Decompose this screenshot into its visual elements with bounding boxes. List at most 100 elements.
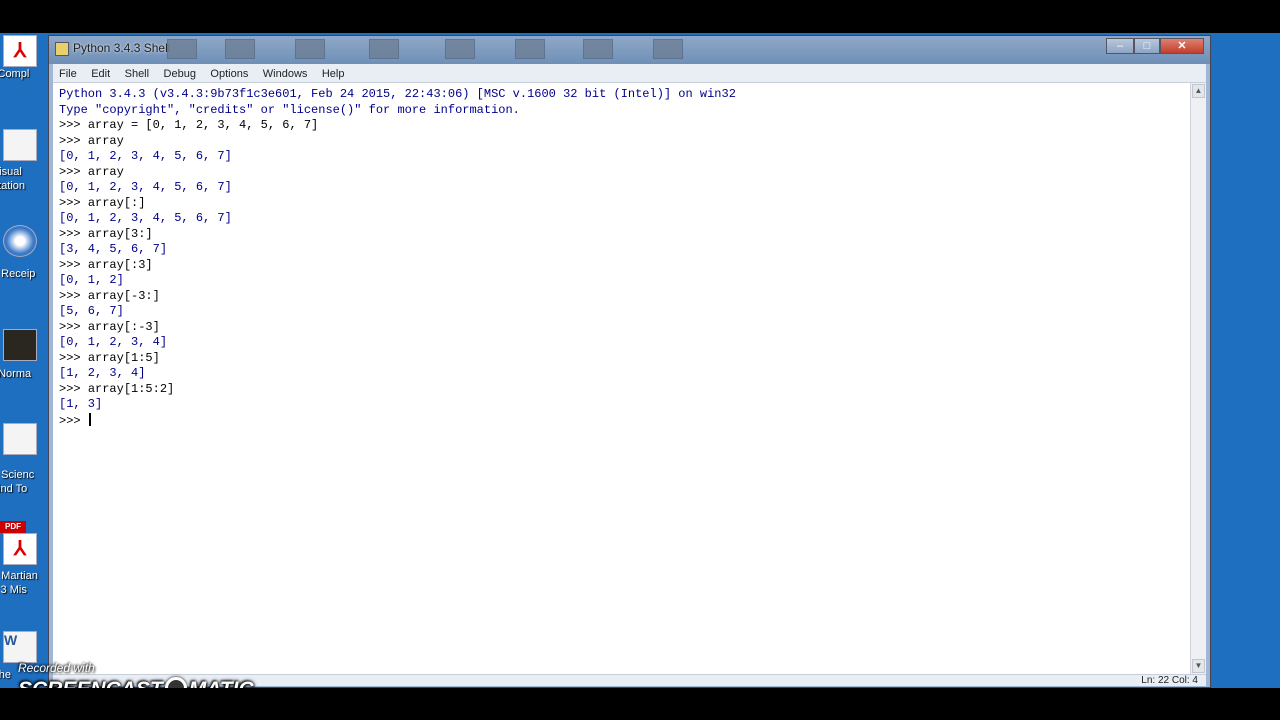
menu-shell[interactable]: Shell [125,65,149,84]
input-text: array [87,133,124,148]
prompt: >>> [59,226,88,241]
shell-line: [0, 1, 2, 3, 4, 5, 6, 7] [59,149,736,165]
taskbar-thumbnail [369,39,399,59]
menu-debug[interactable]: Debug [164,65,196,84]
desktop-icon-label: s 3 Mis [0,584,27,596]
screencast-o-icon [164,677,187,688]
menu-windows[interactable]: Windows [263,65,308,84]
browser-icon [3,225,37,257]
word-icon: W [3,631,37,663]
shell-line: [0, 1, 2, 3, 4, 5, 6, 7] [59,211,736,227]
shell-line: [0, 1, 2] [59,273,736,289]
cursor-position: Ln: 22 Col: 4 [1141,675,1198,686]
output-text: [0, 1, 2, 3, 4, 5, 6, 7] [59,180,232,194]
taskbar-thumbnail [653,39,683,59]
vertical-scrollbar[interactable]: ▲ ▼ [1190,83,1206,674]
close-button[interactable]: ✕ [1160,38,1204,54]
shell-lines: Python 3.4.3 (v3.4.3:9b73f1c3e601, Feb 2… [59,87,736,428]
shell-line: >>> array[1:5:2] [59,382,736,398]
desktop-icon-label: yCompl [0,68,30,80]
prompt: >>> [59,319,88,334]
title-bar[interactable]: Python 3.4.3 Shell – □ ✕ [49,36,1210,64]
pdf-icon: ⅄ [3,35,37,67]
prompt: >>> [59,257,88,272]
input-text: array [87,164,124,179]
shell-line: >>> array[3:] [59,227,736,243]
output-text: [1, 2, 3, 4] [59,366,146,380]
prompt: >>> [59,195,88,210]
output-text: [0, 1, 2, 3, 4, 5, 6, 7] [59,149,232,163]
taskbar-thumbnail [445,39,475,59]
window-title: Python 3.4.3 Shell [73,41,171,55]
input-text: array[3:] [87,226,153,241]
pdf-icon: ⅄ [3,533,37,565]
shell-line: [0, 1, 2, 3, 4] [59,335,736,351]
screencast-watermark: Recorded with SCREENCAST MATIC [18,661,254,688]
desktop-icon-label: hind To [0,483,28,495]
taskbar-thumbnail [583,39,613,59]
menu-help[interactable]: Help [322,65,345,84]
shell-line: >>> array[:3] [59,258,736,274]
python-icon [55,42,69,56]
prompt: >>> [59,164,88,179]
shell-line: >>> array[1:5] [59,351,736,367]
taskbar-thumbnail [225,39,255,59]
scroll-up-icon[interactable]: ▲ [1192,84,1205,98]
input-text: array[:] [87,195,146,210]
document-icon [3,129,37,161]
shell-text-area[interactable]: Python 3.4.3 (v3.4.3:9b73f1c3e601, Feb 2… [53,83,1190,674]
input-text: array = [0, 1, 2, 3, 4, 5, 6, 7] [87,118,319,132]
input-text: array[:3] [87,257,153,272]
watermark-brand: SCREENCAST MATIC [18,677,254,688]
input-text: array[-3:] [87,288,160,303]
menu-edit[interactable]: Edit [91,65,110,84]
input-text: array[1:5] [87,350,160,365]
shell-line: Type "copyright", "credits" or "license(… [59,103,736,119]
output-text: [5, 6, 7] [59,304,124,318]
idle-shell-window[interactable]: Python 3.4.3 Shell – □ ✕ File Edit Shell… [48,35,1211,688]
watermark-recorded-with: Recorded with [18,661,95,675]
prompt: >>> [59,133,88,148]
taskbar-thumbnail [295,39,325,59]
text-cursor [88,412,91,426]
menu-options[interactable]: Options [210,65,248,84]
menu-bar: File Edit Shell Debug Options Windows He… [53,64,1206,83]
taskbar-thumbnail [515,39,545,59]
prompt: >>> [59,288,88,303]
output-text: [0, 1, 2] [59,273,124,287]
desktop-icons: ⅄ yCompl Visual ptation o Receip eNorma … [0,33,48,688]
shell-line: >>> array [59,165,736,181]
minimize-button[interactable]: – [1106,38,1134,54]
shell-line: [0, 1, 2, 3, 4, 5, 6, 7] [59,180,736,196]
menu-file[interactable]: File [59,65,77,84]
shell-line: Python 3.4.3 (v3.4.3:9b73f1c3e601, Feb 2… [59,87,736,103]
scroll-down-icon[interactable]: ▼ [1192,659,1205,673]
pdf-badge: PDF [0,521,26,533]
document-icon [3,423,37,455]
shell-line: >>> array[:-3] [59,320,736,336]
prompt: >>> [59,118,88,132]
maximize-button[interactable]: □ [1134,38,1160,54]
banner-text: Python 3.4.3 (v3.4.3:9b73f1c3e601, Feb 2… [59,87,736,101]
prompt: >>> [59,350,88,365]
desktop-icon-label: Visual [0,166,22,178]
input-text: array[:-3] [87,319,160,334]
prompt: >>> [59,381,88,396]
output-text: [3, 4, 5, 6, 7] [59,242,168,256]
watermark-brand-left: SCREENCAST [18,678,163,688]
video-icon [3,329,37,361]
desktop-icon-label: eNorma [0,368,32,380]
shell-line: >>> array[-3:] [59,289,736,305]
desktop-icon-label: ptation [0,180,26,192]
watermark-brand-right: MATIC [189,678,254,688]
shell-line: [1, 2, 3, 4] [59,366,736,382]
shell-line: >>> array [59,134,736,150]
screen-recording-frame: ⅄ yCompl Visual ptation o Receip eNorma … [0,33,1280,688]
output-text: [0, 1, 2, 3, 4, 5, 6, 7] [59,211,232,225]
output-text: [0, 1, 2, 3, 4] [59,335,168,349]
screen: ⅄ yCompl Visual ptation o Receip eNorma … [0,0,1280,720]
input-text: array[1:5:2] [87,381,175,396]
shell-line: >>> array = [0, 1, 2, 3, 4, 5, 6, 7] [59,118,736,134]
desktop-icon-label: e Martian [0,570,38,582]
shell-line: >>> [59,412,736,429]
